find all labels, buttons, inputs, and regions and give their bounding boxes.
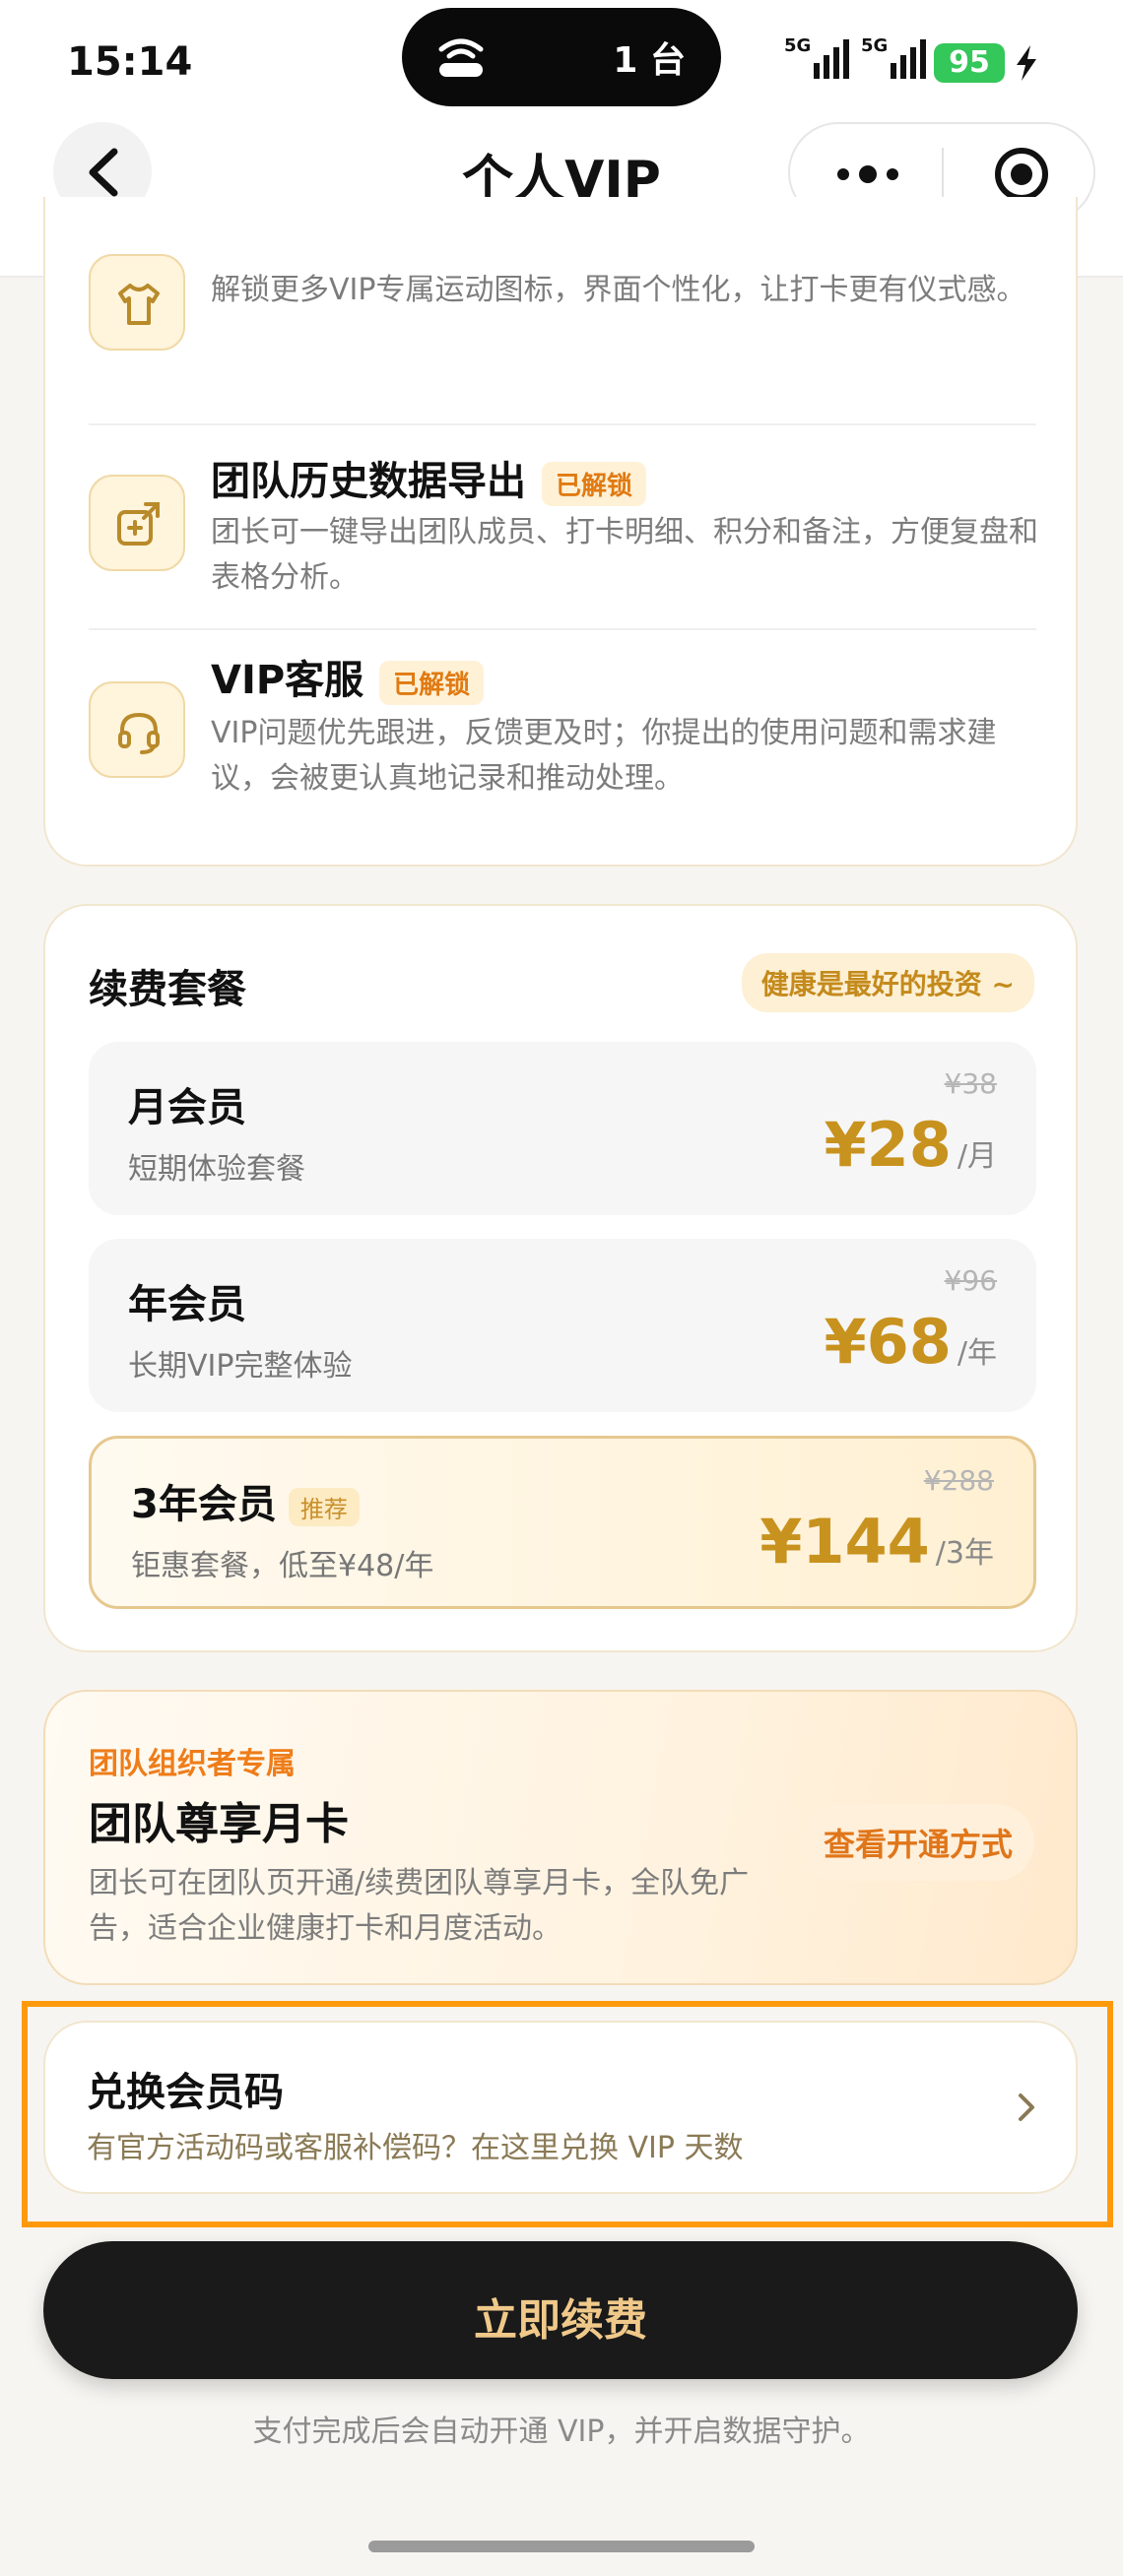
benefit-row: 团队历史数据导出 已解锁 团长可一键导出团队成员、打卡明细、积分和备注，方便复盘和… (89, 423, 1038, 595)
network-type-label: 5G (861, 35, 889, 56)
redeem-description: 有官方活动码或客服补偿码？在这里兑换 VIP 天数 (87, 2131, 744, 2165)
plan-option-3-year[interactable]: 3年会员 推荐 钜惠套餐，低至¥48/年 ¥288 ¥144/3年 (89, 1436, 1036, 1609)
renew-now-button[interactable]: 立即续费 (43, 2241, 1078, 2379)
signal-strength-2: 5G (861, 35, 930, 83)
car-wifi-icon (438, 38, 484, 77)
headset-icon (118, 712, 160, 754)
signal-strength-1: 5G (784, 35, 853, 83)
plan-original-price: ¥288 (923, 1464, 994, 1497)
view-activation-button[interactable]: 查看开通方式 (801, 1804, 1034, 1881)
redeem-title: 兑换会员码 (87, 2070, 284, 2115)
more-dots-icon[interactable] (833, 160, 902, 189)
team-monthly-card: 团队组织者专属 团队尊享月卡 团长可在团队页开通/续费团队尊享月卡，全队免广告，… (43, 1690, 1078, 1985)
benefit-icon-box (89, 681, 185, 778)
benefit-description: 团长可一键导出团队成员、打卡明细、积分和备注，方便复盘和表格分析。 (211, 515, 1038, 595)
chevron-right-icon (1019, 2093, 1034, 2121)
payment-footnote: 支付完成后会自动开通 VIP，并开启数据守护。 (252, 2415, 871, 2449)
plan-subtitle: 钜惠套餐，低至¥48/年 (131, 1549, 434, 1583)
tshirt-icon (118, 284, 160, 325)
plan-price: ¥28/月 (824, 1109, 997, 1181)
plan-price-amount: ¥68 (824, 1306, 952, 1378)
plan-option-monthly[interactable]: 月会员 短期体验套餐 ¥38 ¥28/月 (89, 1042, 1036, 1215)
team-description: 团长可在团队页开通/续费团队尊享月卡，全队免广告，适合企业健康打卡和月度活动。 (89, 1866, 750, 1946)
benefit-description: 解锁更多VIP专属运动图标，界面个性化，让打卡更有仪式感。 (211, 273, 1026, 307)
renewal-plans-card: 续费套餐 健康是最好的投资 ~ 月会员 短期体验套餐 ¥38 ¥28/月 年会员… (43, 904, 1078, 1652)
unlocked-badge: 已解锁 (542, 461, 647, 506)
benefit-icon-box (89, 254, 185, 351)
plan-name-text: 3年会员 (131, 1482, 277, 1527)
status-time: 15:14 (67, 39, 193, 85)
close-target-icon[interactable] (993, 146, 1050, 203)
recommended-tag: 推荐 (288, 1487, 360, 1526)
plans-title: 续费套餐 (89, 967, 246, 1012)
plan-price: ¥144/3年 (760, 1506, 994, 1578)
benefit-row: VIP客服 已解锁 VIP问题优先跟进，反馈更及时；你提出的使用问题和需求建议，会… (89, 628, 1036, 796)
dynamic-island: 1 台 (402, 8, 721, 106)
benefit-title-text: VIP客服 (211, 658, 364, 703)
team-title: 团队尊享月卡 (89, 1799, 349, 1849)
benefit-icon-box (89, 475, 185, 571)
plan-name: 月会员 (128, 1085, 246, 1130)
plan-original-price: ¥38 (944, 1067, 997, 1100)
plan-option-yearly[interactable]: 年会员 长期VIP完整体验 ¥96 ¥68/年 (89, 1239, 1036, 1412)
home-indicator[interactable] (368, 2541, 755, 2552)
plan-original-price: ¥96 (944, 1264, 997, 1297)
plan-subtitle: 短期体验套餐 (128, 1152, 305, 1187)
renew-now-label: 立即续费 (474, 2295, 647, 2346)
status-bar: 15:14 1 台 5G 5G 95 (0, 0, 1123, 128)
battery-level: 95 (934, 43, 1005, 83)
plan-price: ¥68/年 (824, 1306, 997, 1378)
benefit-title: VIP客服 已解锁 (211, 648, 485, 705)
unlocked-badge: 已解锁 (379, 660, 485, 705)
benefit-description: VIP问题优先跟进，反馈更及时；你提出的使用问题和需求建议，会被更认真地记录和推… (211, 716, 997, 796)
plan-name: 3年会员 推荐 (131, 1472, 360, 1529)
plan-price-unit: /3年 (935, 1536, 994, 1571)
export-icon (117, 502, 160, 546)
plan-subtitle: 长期VIP完整体验 (128, 1349, 353, 1384)
vip-benefits-card: 解锁更多VIP专属运动图标，界面个性化，让打卡更有仪式感。 团队历史数据导出 已解… (43, 197, 1078, 867)
benefit-title: 团队历史数据导出 已解锁 (211, 449, 647, 506)
plan-price-unit: /月 (957, 1139, 997, 1174)
plan-name: 年会员 (128, 1282, 246, 1327)
plans-slogan: 健康是最好的投资 ~ (741, 953, 1034, 1012)
plan-price-amount: ¥28 (824, 1109, 952, 1181)
team-kicker: 团队组织者专属 (89, 1747, 296, 1781)
capsule-divider (942, 148, 944, 199)
plan-price-amount: ¥144 (760, 1506, 930, 1578)
redeem-code-row[interactable]: 兑换会员码 有官方活动码或客服补偿码？在这里兑换 VIP 天数 (43, 2021, 1078, 2194)
plan-price-unit: /年 (957, 1336, 997, 1371)
benefit-title-text: 团队历史数据导出 (211, 459, 526, 504)
charging-bolt-icon (1017, 45, 1036, 81)
island-label: 1 台 (613, 40, 686, 81)
network-type-label: 5G (784, 35, 812, 56)
